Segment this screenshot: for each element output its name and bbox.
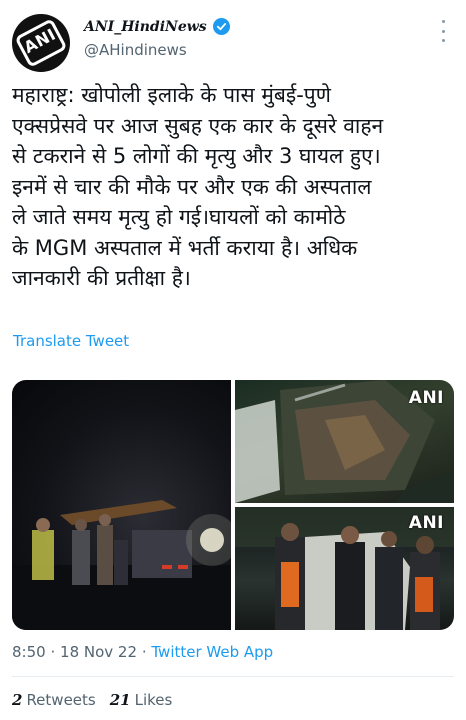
ani-logo-icon: ANI (14, 18, 68, 68)
retweets-stat[interactable]: 2 Retweets (12, 691, 96, 709)
tweet-text: महाराष्ट्र: खोपोली इलाके के पास मुंबई-पु… (12, 83, 384, 290)
author-handle[interactable]: @AHindinews (84, 41, 230, 59)
media-image-2[interactable]: ANI (235, 380, 454, 503)
author-display-name[interactable]: ANI_HindiNews (84, 18, 230, 35)
ani-watermark: ANI (408, 388, 444, 408)
tweet-timestamp: 8:50 · 18 Nov 22 · Twitter Web App (12, 643, 274, 661)
translate-tweet-link[interactable]: Translate Tweet (13, 332, 129, 350)
ani-watermark: ANI (408, 513, 444, 533)
source-app-link[interactable]: Twitter Web App (151, 643, 273, 661)
media-image-1[interactable] (12, 380, 231, 630)
author-names: ANI_HindiNews @AHindinews (84, 18, 230, 59)
more-options-icon[interactable] (440, 20, 446, 42)
divider (12, 676, 454, 677)
media-image-3[interactable]: ANI (235, 507, 454, 630)
verified-badge-icon (212, 18, 230, 35)
tweet-stats: 2 Retweets 21 Likes (12, 691, 172, 709)
likes-stat[interactable]: 21 Likes (110, 691, 173, 709)
tweet-card: ANI ANI_HindiNews @AHindinews महाराष्ट्र… (0, 0, 466, 720)
avatar[interactable]: ANI (12, 14, 70, 72)
tweet-header: ANI ANI_HindiNews @AHindinews (12, 14, 454, 72)
media-grid: ANI ANI (12, 380, 454, 630)
